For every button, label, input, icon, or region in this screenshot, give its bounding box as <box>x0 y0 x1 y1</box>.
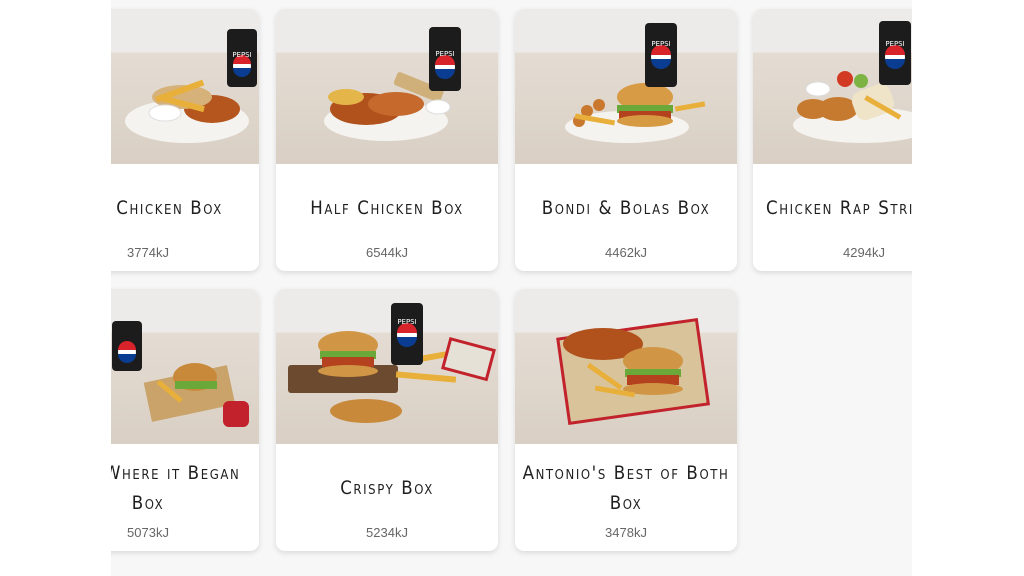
menu-card-crispy-box[interactable]: PEPSI Crispy Box 5234kJ <box>276 289 498 551</box>
menu-item-title: Chicken Rap Strip Box <box>765 198 912 219</box>
menu-item-title: nio's Where it Began Box <box>111 463 241 514</box>
svg-text:PEPSI: PEPSI <box>885 40 904 48</box>
antonios-best-of-both-box-image <box>515 289 737 444</box>
menu-card-antonios-where-it-began-box[interactable]: nio's Where it Began Box 5073kJ <box>111 289 259 551</box>
menu-card-antonios-best-of-both-box[interactable]: Antonio's Best of Both Box 3478kJ <box>515 289 737 551</box>
menu-card-quarter-chicken-box[interactable]: PEPSI rter Chicken Box 3774kJ <box>111 9 259 271</box>
menu-item-energy: 4294kJ <box>843 245 885 260</box>
menu-item-energy: 5073kJ <box>127 525 169 540</box>
menu-card-chicken-rap-strip-box[interactable]: PEPSI Chicken Rap Strip Box 4294kJ <box>753 9 912 271</box>
menu-item-energy: 4462kJ <box>605 245 647 260</box>
menu-item-energy: 5234kJ <box>366 525 408 540</box>
svg-text:PEPSI: PEPSI <box>435 50 454 58</box>
half-chicken-box-image: PEPSI <box>276 9 498 164</box>
chicken-rap-strip-box-image: PEPSI <box>753 9 912 164</box>
menu-grid-viewport[interactable]: PEPSI rter Chicken Box 3774kJ PEPSI Half… <box>111 0 912 576</box>
antonios-where-it-began-box-image <box>111 289 259 444</box>
crispy-box-image: PEPSI <box>276 289 498 444</box>
svg-text:PEPSI: PEPSI <box>232 51 251 59</box>
menu-card-half-chicken-box[interactable]: PEPSI Half Chicken Box 6544kJ <box>276 9 498 271</box>
menu-item-energy: 6544kJ <box>366 245 408 260</box>
bondi-bolas-box-image: PEPSI <box>515 9 737 164</box>
svg-text:PEPSI: PEPSI <box>651 40 670 48</box>
menu-item-title: rter Chicken Box <box>111 198 223 219</box>
svg-text:PEPSI: PEPSI <box>397 318 416 326</box>
menu-item-energy: 3478kJ <box>605 525 647 540</box>
menu-item-energy: 3774kJ <box>127 245 169 260</box>
menu-item-title: Half Chicken Box <box>310 198 464 219</box>
menu-card-bondi-bolas-box[interactable]: PEPSI Bondi & Bolas Box 4462kJ <box>515 9 737 271</box>
menu-item-title: Crispy Box <box>340 478 434 499</box>
menu-item-title: Antonio's Best of Both Box <box>522 463 730 514</box>
menu-item-title: Bondi & Bolas Box <box>541 198 711 219</box>
quarter-chicken-box-image: PEPSI <box>111 9 259 164</box>
